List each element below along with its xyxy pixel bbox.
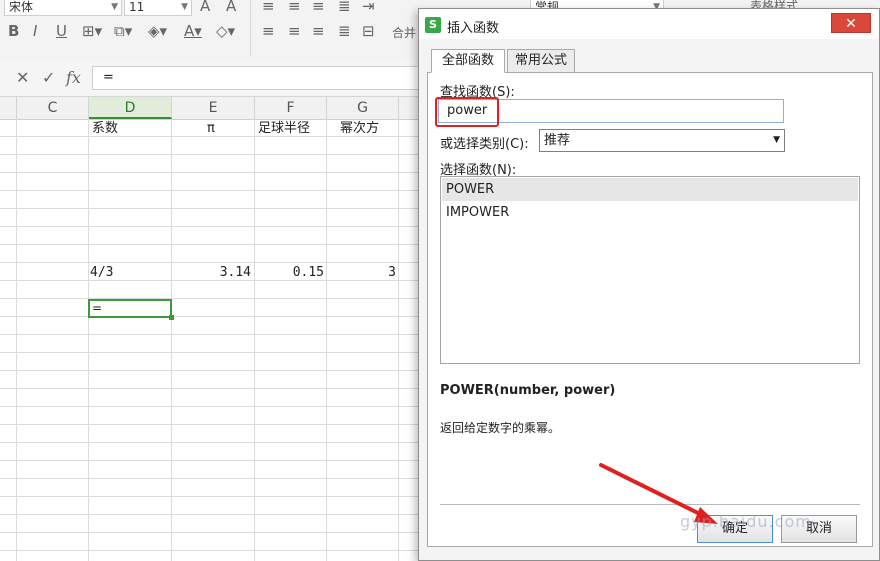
gridline xyxy=(171,119,172,561)
cell-e-header[interactable]: π xyxy=(207,120,215,138)
underline-icon[interactable]: U xyxy=(56,22,67,40)
column-header-f[interactable]: F xyxy=(255,97,327,119)
align-top-icon[interactable]: ≡ xyxy=(262,0,275,15)
justify-icon[interactable]: ≣ xyxy=(338,22,351,40)
gridline xyxy=(326,119,327,561)
border-icon[interactable]: ⊞▾ xyxy=(82,22,102,40)
font-size-select[interactable]: 11 ▼ xyxy=(124,0,192,16)
column-header-c[interactable]: C xyxy=(17,97,89,119)
function-description: 返回给定数字的乘幂。 xyxy=(440,421,561,435)
close-icon: ✕ xyxy=(845,16,857,32)
eraser-icon[interactable]: ◇▾ xyxy=(216,22,235,40)
tab-all-functions[interactable]: 全部函数 xyxy=(431,49,505,73)
function-item-impower[interactable]: IMPOWER xyxy=(442,201,858,224)
gridline xyxy=(254,119,255,561)
bold-icon[interactable]: B xyxy=(8,22,19,40)
chevron-down-icon: ▼ xyxy=(773,135,780,145)
dialog-titlebar[interactable]: S 插入函数 ✕ xyxy=(419,9,879,39)
merge-style-icon[interactable]: ⧉▾ xyxy=(114,22,132,40)
divider xyxy=(440,504,860,505)
column-header-g[interactable]: G xyxy=(327,97,399,119)
font-name-select[interactable]: 宋体 ▼ xyxy=(4,0,122,16)
chevron-down-icon: ▼ xyxy=(111,2,118,12)
italic-icon[interactable]: I xyxy=(33,22,37,40)
cell-d-header[interactable]: 系数 xyxy=(92,120,118,138)
function-signature: POWER(number, power) xyxy=(440,383,616,398)
cell-f-value[interactable]: 0.15 xyxy=(258,264,324,282)
accept-formula-icon[interactable]: ✓ xyxy=(42,68,55,87)
tab-common-formulas[interactable]: 常用公式 xyxy=(507,49,575,73)
wps-logo-icon: S xyxy=(425,17,441,33)
column-header-b[interactable] xyxy=(0,97,17,119)
decrease-font-icon[interactable]: A xyxy=(226,0,236,15)
red-highlight-box xyxy=(435,97,499,127)
function-list[interactable]: POWER IMPOWER xyxy=(440,176,860,364)
align-left-icon[interactable]: ≡ xyxy=(262,22,275,40)
function-icon[interactable]: fx xyxy=(66,68,81,87)
increase-font-icon[interactable]: A xyxy=(200,0,210,15)
close-button[interactable]: ✕ xyxy=(831,13,871,33)
gridline xyxy=(16,119,17,561)
align-center-icon[interactable]: ≡ xyxy=(288,22,301,40)
align-bottom-icon[interactable]: ≡ xyxy=(312,0,325,15)
column-header-d[interactable]: D xyxy=(89,97,172,119)
fill-color-icon[interactable]: ◈▾ xyxy=(148,22,167,40)
font-name-value: 宋体 xyxy=(9,0,34,14)
indent-icon[interactable]: ≣ xyxy=(338,0,351,15)
cell-g-header[interactable]: 幂次方 xyxy=(340,120,379,138)
active-cell-d[interactable]: = xyxy=(88,299,174,320)
cancel-formula-icon[interactable]: ✕ xyxy=(16,68,29,87)
column-header-e[interactable]: E xyxy=(172,97,255,119)
distribute-icon[interactable]: ⊟ xyxy=(362,22,375,40)
wrap-icon[interactable]: ⇥ xyxy=(362,0,375,15)
gridline xyxy=(398,119,399,561)
cell-f-header[interactable]: 足球半径 xyxy=(258,120,310,138)
watermark: gyp.baidu.com xyxy=(680,512,812,531)
divider xyxy=(250,0,251,56)
insert-function-dialog: S 插入函数 ✕ 全部函数 常用公式 查找函数(S): power 或选择类别(… xyxy=(418,8,880,561)
category-select[interactable]: 推荐 ▼ xyxy=(539,129,785,152)
cell-g-value[interactable]: 3 xyxy=(330,264,396,282)
font-color-icon[interactable]: A▾ xyxy=(184,22,202,40)
gridline xyxy=(88,119,89,561)
category-label: 或选择类别(C): xyxy=(440,137,529,152)
formula-input[interactable]: = xyxy=(92,66,422,90)
category-value: 推荐 xyxy=(544,133,571,148)
function-item-power[interactable]: POWER xyxy=(442,178,858,201)
align-middle-icon[interactable]: ≡ xyxy=(288,0,301,15)
dialog-title: 插入函数 xyxy=(447,21,500,36)
align-right-icon[interactable]: ≡ xyxy=(312,22,325,40)
cell-e-value[interactable]: 3.14 xyxy=(175,264,251,282)
merge-center-button[interactable]: 合并 xyxy=(392,24,416,41)
cell-d-value[interactable]: 4/3 xyxy=(90,264,113,282)
font-size-value: 11 xyxy=(129,0,145,14)
chevron-down-icon: ▼ xyxy=(181,2,188,12)
